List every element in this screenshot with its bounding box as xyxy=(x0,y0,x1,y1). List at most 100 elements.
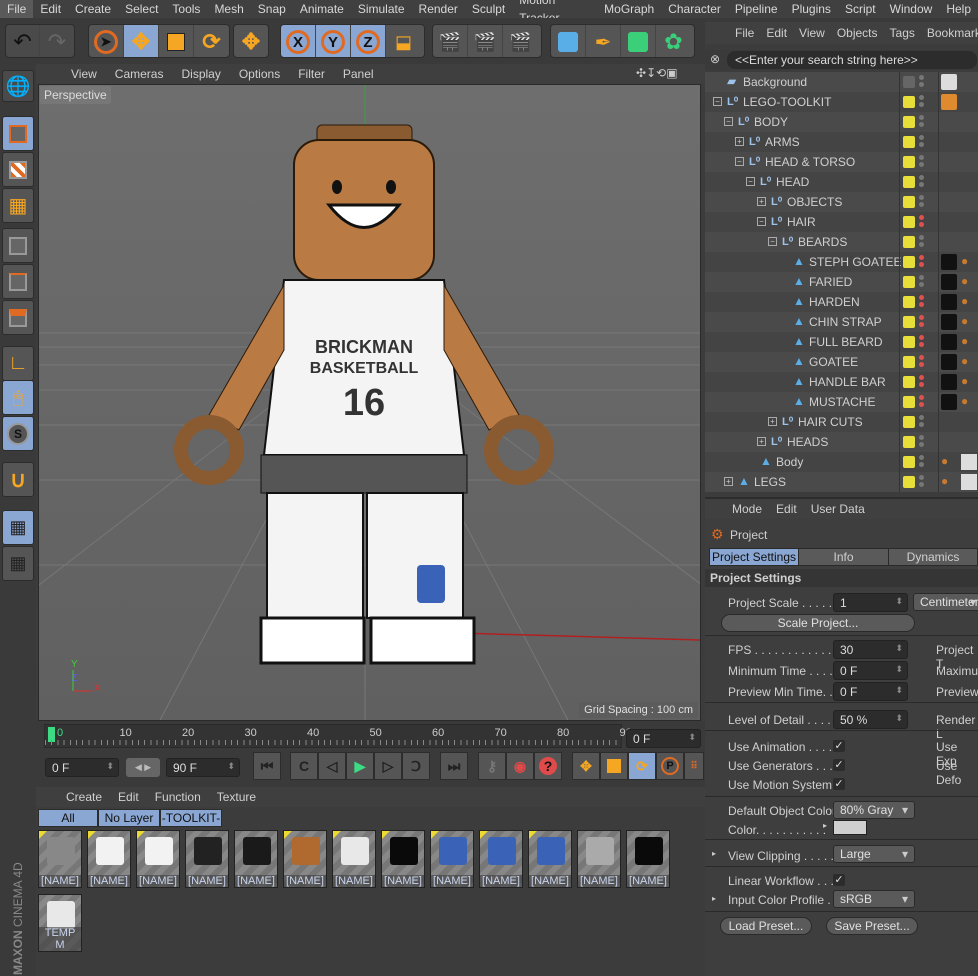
solo-button[interactable]: S xyxy=(2,416,34,451)
material-tag-icon[interactable] xyxy=(961,474,977,490)
menu-create[interactable]: Create xyxy=(68,0,118,18)
workplane-mode-button[interactable]: ▦ xyxy=(2,188,34,223)
key-scale-button[interactable] xyxy=(600,752,628,780)
phong-tag-icon[interactable]: ● xyxy=(961,354,977,370)
menu-tools[interactable]: Tools xyxy=(165,0,207,18)
next-key-button[interactable]: Ↄ xyxy=(402,752,430,780)
tweak-mode-button[interactable]: 🖱 xyxy=(2,380,34,415)
material-thumbnail[interactable]: [NAME] xyxy=(528,830,572,888)
tab-all[interactable]: All xyxy=(38,809,98,827)
menu-script[interactable]: Script xyxy=(838,0,883,18)
min-time-field[interactable]: 0 F ⬍ xyxy=(833,661,908,680)
viewport-menu-filter[interactable]: Filter xyxy=(289,67,334,81)
menu-sculpt[interactable]: Sculpt xyxy=(465,0,512,18)
visibility-dots[interactable] xyxy=(919,355,924,369)
scale-unit-dropdown[interactable]: Centimeters xyxy=(913,593,978,611)
undo-button[interactable]: ↶ xyxy=(6,25,41,57)
save-preset-button[interactable]: Save Preset... xyxy=(826,917,918,935)
key-position-button[interactable]: ✥ xyxy=(572,752,600,780)
visibility-dots[interactable] xyxy=(919,475,924,489)
menu-render[interactable]: Render xyxy=(412,0,465,18)
rotate-tool-button[interactable]: ⟳ xyxy=(194,25,229,57)
pen-tool-button[interactable]: ✒ xyxy=(586,25,621,57)
layer-color-swatch[interactable] xyxy=(903,256,915,268)
visibility-dots[interactable] xyxy=(919,375,924,389)
menu-snap[interactable]: Snap xyxy=(251,0,293,18)
visibility-dots[interactable] xyxy=(919,455,924,469)
layer-color-swatch[interactable] xyxy=(903,156,915,168)
axis-x-button[interactable]: X xyxy=(281,25,316,57)
layer-color-swatch[interactable] xyxy=(903,376,915,388)
view-clipping-dropdown[interactable]: Large xyxy=(833,845,915,863)
visibility-dots[interactable] xyxy=(919,335,924,349)
axis-y-button[interactable]: Y xyxy=(316,25,351,57)
visibility-dots[interactable] xyxy=(919,175,924,189)
menu-select[interactable]: Select xyxy=(118,0,165,18)
color-swatch[interactable] xyxy=(833,820,867,835)
menu-mograph[interactable]: MoGraph xyxy=(597,0,661,18)
texture-mode-button[interactable] xyxy=(2,152,34,187)
visibility-dots[interactable] xyxy=(919,95,924,109)
phong-tag-icon[interactable]: ● xyxy=(941,474,957,490)
collapse-icon[interactable]: − xyxy=(757,217,766,226)
menu-simulate[interactable]: Simulate xyxy=(351,0,412,18)
render-tag-icon[interactable] xyxy=(941,94,957,110)
layer-color-swatch[interactable] xyxy=(903,316,915,328)
menu-help[interactable]: Help xyxy=(939,0,978,18)
record-keys-button[interactable]: ⚷ xyxy=(478,752,506,780)
object-search-input[interactable]: <<Enter your search string here>> xyxy=(727,51,977,69)
om-menu-edit[interactable]: Edit xyxy=(760,26,793,40)
snap-button[interactable]: ∪ xyxy=(2,462,34,497)
visibility-dots[interactable] xyxy=(919,395,924,409)
tab-toolkit[interactable]: -TOOLKIT- xyxy=(160,809,222,827)
viewport-3d[interactable]: BRICKMAN BASKETBALL 16 Y Z X xyxy=(38,84,701,721)
visibility-dots[interactable] xyxy=(919,235,924,249)
layer-color-swatch[interactable] xyxy=(903,476,915,488)
range-slider[interactable]: ◀ ▶ xyxy=(126,758,160,777)
attr-menu-mode[interactable]: Mode xyxy=(725,502,769,516)
menu-mesh[interactable]: Mesh xyxy=(207,0,250,18)
visibility-dots[interactable] xyxy=(919,295,924,309)
material-tag-icon[interactable] xyxy=(941,74,957,90)
goto-start-button[interactable]: ⏮ xyxy=(253,752,281,780)
visibility-dots[interactable] xyxy=(919,435,924,449)
visibility-dots[interactable] xyxy=(919,255,924,269)
visibility-dots[interactable] xyxy=(919,315,924,329)
viewport-menu-view[interactable]: View xyxy=(62,67,106,81)
phong-tag-icon[interactable]: ● xyxy=(961,254,977,270)
tab-no-layer[interactable]: No Layer xyxy=(98,809,160,827)
layer-color-swatch[interactable] xyxy=(903,176,915,188)
expand-arrow-icon[interactable]: ▸ xyxy=(712,894,716,903)
hair-material-tag-icon[interactable] xyxy=(941,374,957,390)
expand-icon[interactable]: + xyxy=(768,417,777,426)
goto-end-button[interactable]: ⏭ xyxy=(440,752,468,780)
project-scale-field[interactable]: 1 ⬍ xyxy=(833,593,908,612)
key-rotation-button[interactable]: ⟳ xyxy=(628,752,656,780)
expand-icon[interactable]: + xyxy=(735,137,744,146)
layer-color-swatch[interactable] xyxy=(903,296,915,308)
om-menu-tags[interactable]: Tags xyxy=(884,26,921,40)
material-menu-create[interactable]: Create xyxy=(58,790,110,804)
attr-menu-user-data[interactable]: User Data xyxy=(804,502,872,516)
hair-material-tag-icon[interactable] xyxy=(941,334,957,350)
material-tag-icon[interactable] xyxy=(961,454,977,470)
workplane-button[interactable]: 🌐 xyxy=(2,70,34,102)
axis-z-button[interactable]: Z xyxy=(351,25,386,57)
material-thumbnail[interactable]: [NAME] xyxy=(332,830,376,888)
phong-tag-icon[interactable]: ● xyxy=(961,334,977,350)
scale-tool-button[interactable] xyxy=(159,25,194,57)
phong-tag-icon[interactable]: ● xyxy=(961,314,977,330)
layer-color-swatch[interactable] xyxy=(903,356,915,368)
menu-edit[interactable]: Edit xyxy=(33,0,68,18)
material-thumbnail[interactable]: TEMP M xyxy=(38,894,82,952)
layer-color-swatch[interactable] xyxy=(903,96,915,108)
visibility-dots[interactable] xyxy=(919,75,924,89)
play-button[interactable]: ▶ xyxy=(346,752,374,780)
axis-mode-button[interactable]: ∟ xyxy=(2,346,34,381)
material-thumbnail[interactable]: [NAME] xyxy=(381,830,425,888)
render-settings-button[interactable]: 🎬 xyxy=(503,25,538,57)
layer-color-swatch[interactable] xyxy=(903,456,915,468)
menu-plugins[interactable]: Plugins xyxy=(785,0,838,18)
material-thumbnail[interactable]: [NAME] xyxy=(234,830,278,888)
material-thumbnail[interactable]: [NAME] xyxy=(430,830,474,888)
